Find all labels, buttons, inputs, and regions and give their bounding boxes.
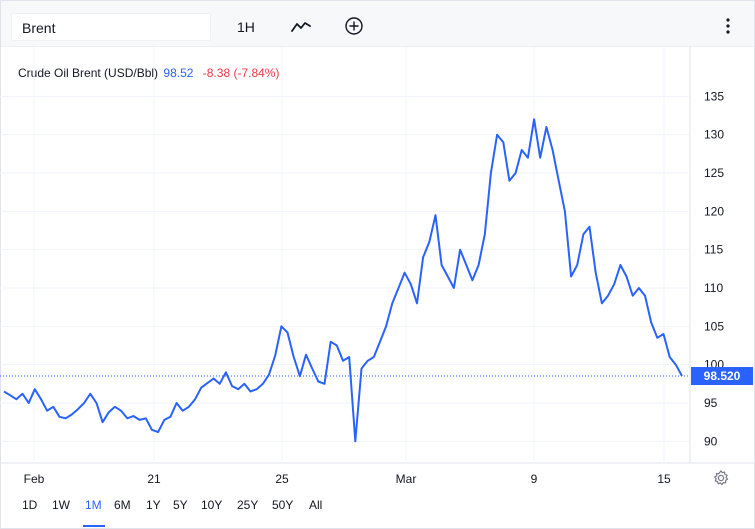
range-button-5y[interactable]: 5Y bbox=[173, 498, 188, 512]
symbol-search-input[interactable]: Brent bbox=[11, 13, 211, 41]
line-chart-icon[interactable] bbox=[290, 15, 312, 37]
x-tick-label: Feb bbox=[24, 472, 45, 486]
y-tick-label: 120 bbox=[704, 204, 724, 218]
x-tick-label: 21 bbox=[147, 472, 161, 486]
price-chart[interactable]: 9095100105110115120125130135Feb 21 25 Mar 9 1… bbox=[0, 47, 755, 492]
y-tick-label: 130 bbox=[704, 128, 724, 142]
range-button-1m[interactable]: 1M bbox=[85, 498, 102, 512]
y-tick-label: 110 bbox=[704, 281, 723, 295]
y-tick-label: 135 bbox=[704, 89, 724, 103]
range-button-1w[interactable]: 1W bbox=[52, 498, 70, 512]
interval-button[interactable]: 1H bbox=[237, 19, 255, 35]
y-tick-label: 90 bbox=[704, 434, 718, 448]
range-button-all[interactable]: All bbox=[309, 498, 322, 512]
range-button-1d[interactable]: 1D bbox=[22, 498, 37, 512]
range-selector: 1D 1W 1M 6M 1Y 5Y 10Y 25Y 50Y All bbox=[0, 490, 755, 527]
range-button-10y[interactable]: 10Y bbox=[201, 498, 222, 512]
top-toolbar: Brent 1H bbox=[1, 1, 754, 47]
y-tick-label: 95 bbox=[704, 396, 718, 410]
range-button-6m[interactable]: 6M bbox=[114, 498, 131, 512]
range-button-25y[interactable]: 25Y bbox=[237, 498, 258, 512]
range-button-50y[interactable]: 50Y bbox=[272, 498, 293, 512]
y-tick-label: 115 bbox=[704, 243, 723, 257]
more-vertical-icon[interactable] bbox=[717, 15, 739, 37]
x-tick-label: 25 bbox=[275, 472, 289, 486]
x-tick-label: Mar bbox=[396, 472, 417, 486]
plus-circle-icon[interactable] bbox=[343, 15, 365, 37]
x-tick-label: 9 bbox=[531, 472, 538, 486]
x-tick-label: 15 bbox=[657, 472, 671, 486]
last-price-label: 98.520 bbox=[704, 369, 741, 383]
active-range-indicator bbox=[83, 525, 105, 527]
y-tick-label: 105 bbox=[704, 319, 724, 333]
y-tick-label: 125 bbox=[704, 166, 724, 180]
gear-icon[interactable] bbox=[712, 469, 730, 487]
price-series-line bbox=[3, 118, 683, 443]
range-button-1y[interactable]: 1Y bbox=[146, 498, 161, 512]
